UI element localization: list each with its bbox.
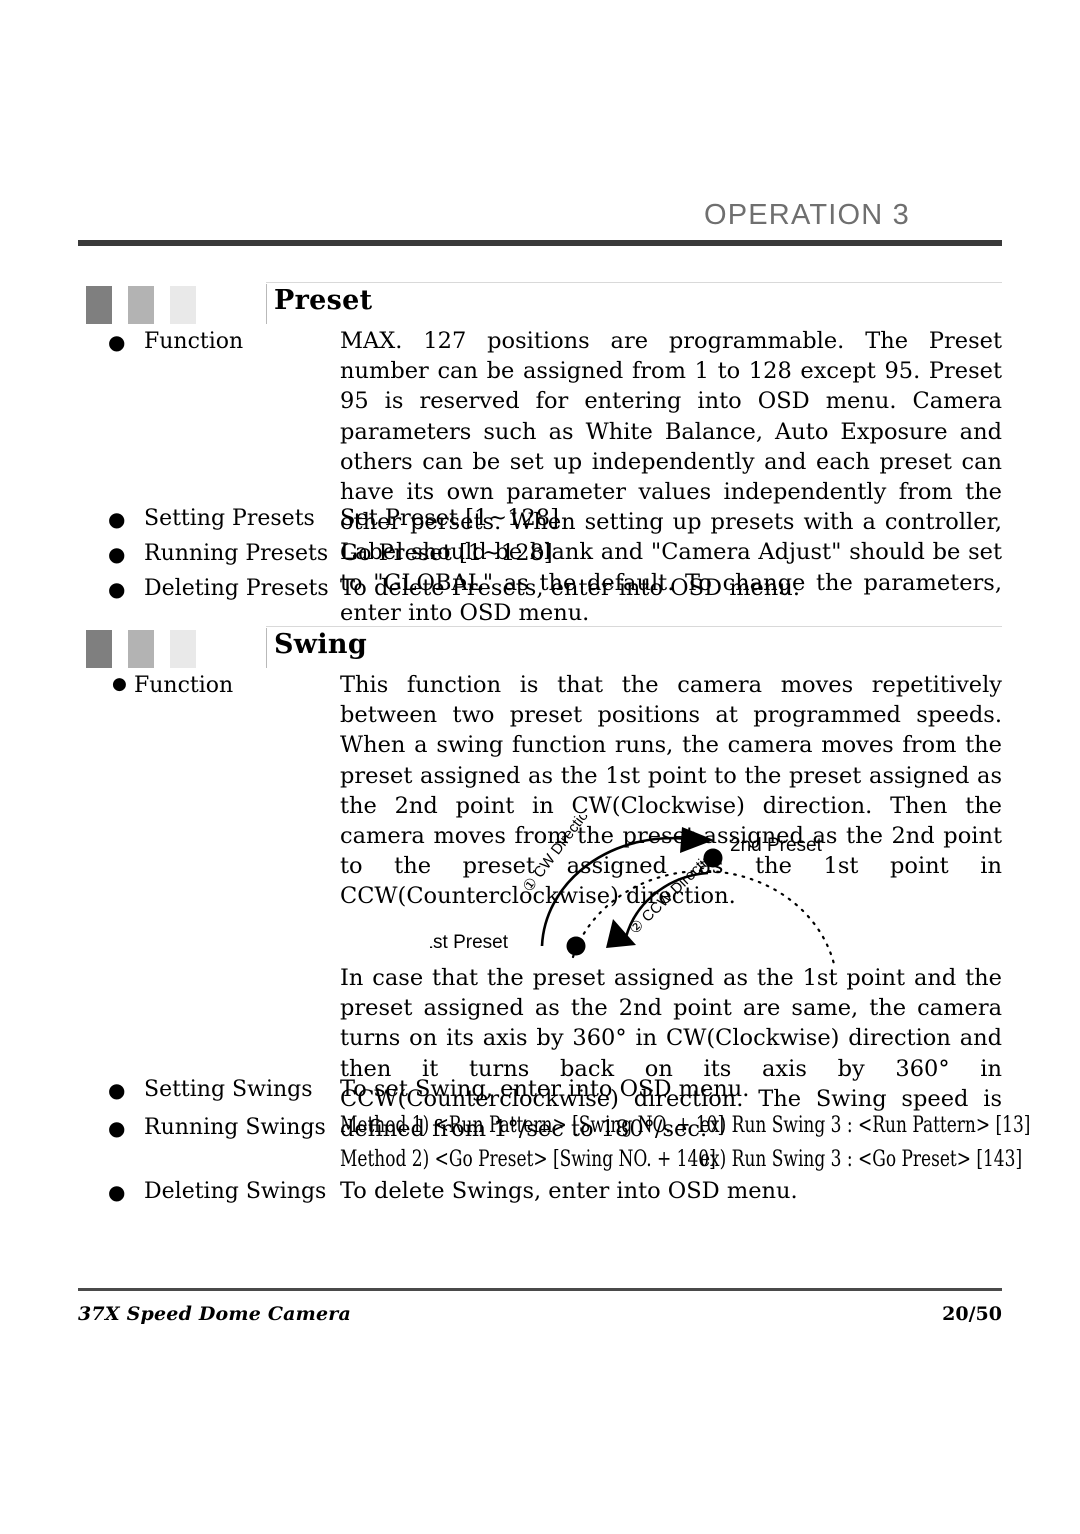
bullet-icon: ● — [108, 507, 126, 531]
row-term: Function — [144, 329, 244, 354]
row-preset-deleting: ● Deleting Presets To delete Presets, en… — [78, 573, 1002, 609]
method-row: Method 2) <Go Preset> [Swing NO. + 140] … — [340, 1144, 1022, 1178]
bullet-icon: ● — [108, 1078, 126, 1102]
heading-vertical-rule — [266, 628, 267, 668]
method-example: ex) Run Swing 3 : <Run Pattern> [13] — [700, 1110, 1080, 1140]
row-body: Go Preset [1~128] — [340, 540, 553, 566]
row-swing-deleting: ● Deleting Swings To delete Swings, ente… — [78, 1176, 1002, 1212]
footer-page-number: 20/50 — [942, 1303, 1002, 1325]
section-title-swing: Swing — [274, 629, 368, 660]
bullet-icon: ● — [108, 1180, 126, 1204]
heading-block-dark — [86, 286, 112, 324]
row-term: Function — [134, 673, 234, 698]
swing-direction-diagram: 1st Preset 2nd Preset ① CW Direction ② C… — [422, 801, 1000, 966]
row-term: Running Presets — [144, 541, 329, 566]
heading-block-dark — [86, 630, 112, 668]
cw-direction-label: ① CW Direction — [520, 815, 597, 895]
first-preset-dot — [566, 936, 586, 956]
method-example-text: ex) Run Swing 3 : <Go Preset> [143] — [700, 1146, 1023, 1172]
bullet-icon: ● — [108, 577, 126, 601]
document-page: OPERATION 3 Preset ● Function MAX. 127 p… — [0, 0, 1080, 1534]
ccw-label-group: ② CCW Direction — [626, 845, 722, 938]
row-term: Running Swings — [144, 1115, 326, 1140]
row-swing-setting: ● Setting Swings To set Swing, enter int… — [78, 1074, 1002, 1110]
bullet-icon: ● — [108, 542, 126, 566]
row-body: To delete Presets, enter into OSD menu. — [340, 575, 800, 601]
page-header: OPERATION 3 — [78, 199, 1002, 247]
method-text: Method 2) <Go Preset> [Swing NO. + 140] — [340, 1146, 716, 1172]
heading-vertical-rule — [266, 284, 267, 324]
row-term: Deleting Swings — [144, 1179, 327, 1204]
method-row: Method 1) <Run Pattern> [Swing NO. + 10]… — [340, 1110, 1030, 1144]
section-title-preset: Preset — [274, 285, 373, 316]
footer-product-name: 37X Speed Dome Camera — [78, 1303, 351, 1325]
method-text: Method 1) <Run Pattern> [Swing NO. + 10] — [340, 1112, 725, 1138]
section-heading-preset: Preset — [78, 282, 1002, 328]
row-body: To set Swing, enter into OSD menu. — [340, 1076, 750, 1102]
section-topline — [266, 626, 1002, 627]
cw-label-group: ① CW Direction — [520, 801, 597, 896]
heading-block-medium — [128, 286, 154, 324]
row-preset-running: ● Running Presets Go Preset [1~128] — [78, 538, 1002, 574]
row-term: Setting Swings — [144, 1077, 313, 1102]
row-term: Setting Presets — [144, 506, 315, 531]
ccw-direction-label: ② CCW Direction — [626, 845, 722, 938]
bullet-icon: ● — [108, 330, 126, 354]
row-term: Deleting Presets — [144, 576, 329, 601]
section-topline — [266, 282, 1002, 283]
section-heading-swing: Swing — [78, 626, 1002, 672]
row-swing-function: ● Function This function is that the cam… — [78, 670, 1002, 909]
heading-block-light — [170, 630, 196, 668]
first-preset-label: 1st Preset — [430, 932, 509, 953]
row-preset-setting: ● Setting Presets Set Preset [1~128] — [78, 503, 1002, 539]
row-swing-running: ● Running Swings Method 1) <Run Pattern>… — [78, 1110, 1030, 1186]
heading-block-light — [170, 286, 196, 324]
row-preset-function: ● Function MAX. 127 positions are progra… — [78, 326, 1002, 626]
bullet-icon: ● — [112, 674, 127, 694]
page-footer: 37X Speed Dome Camera 20/50 — [78, 1288, 1002, 1325]
bullet-icon: ● — [108, 1116, 126, 1140]
page-title: OPERATION 3 — [703, 199, 910, 231]
method-example: ex) Run Swing 3 : <Go Preset> [143] — [700, 1144, 1080, 1174]
section-preset: Preset — [78, 282, 1002, 328]
row-body: To delete Swings, enter into OSD menu. — [340, 1178, 798, 1204]
second-preset-label: 2nd Preset — [730, 835, 823, 856]
section-swing: Swing — [78, 626, 1002, 672]
footer-divider — [78, 1288, 1002, 1291]
header-divider — [78, 240, 1002, 247]
heading-block-medium — [128, 630, 154, 668]
methods-table: Method 1) <Run Pattern> [Swing NO. + 10]… — [340, 1110, 1030, 1178]
row-body: Set Preset [1~128] — [340, 505, 559, 531]
orbit-arc — [571, 869, 836, 966]
method-example-text: ex) Run Swing 3 : <Run Pattern> [13] — [700, 1112, 1031, 1138]
